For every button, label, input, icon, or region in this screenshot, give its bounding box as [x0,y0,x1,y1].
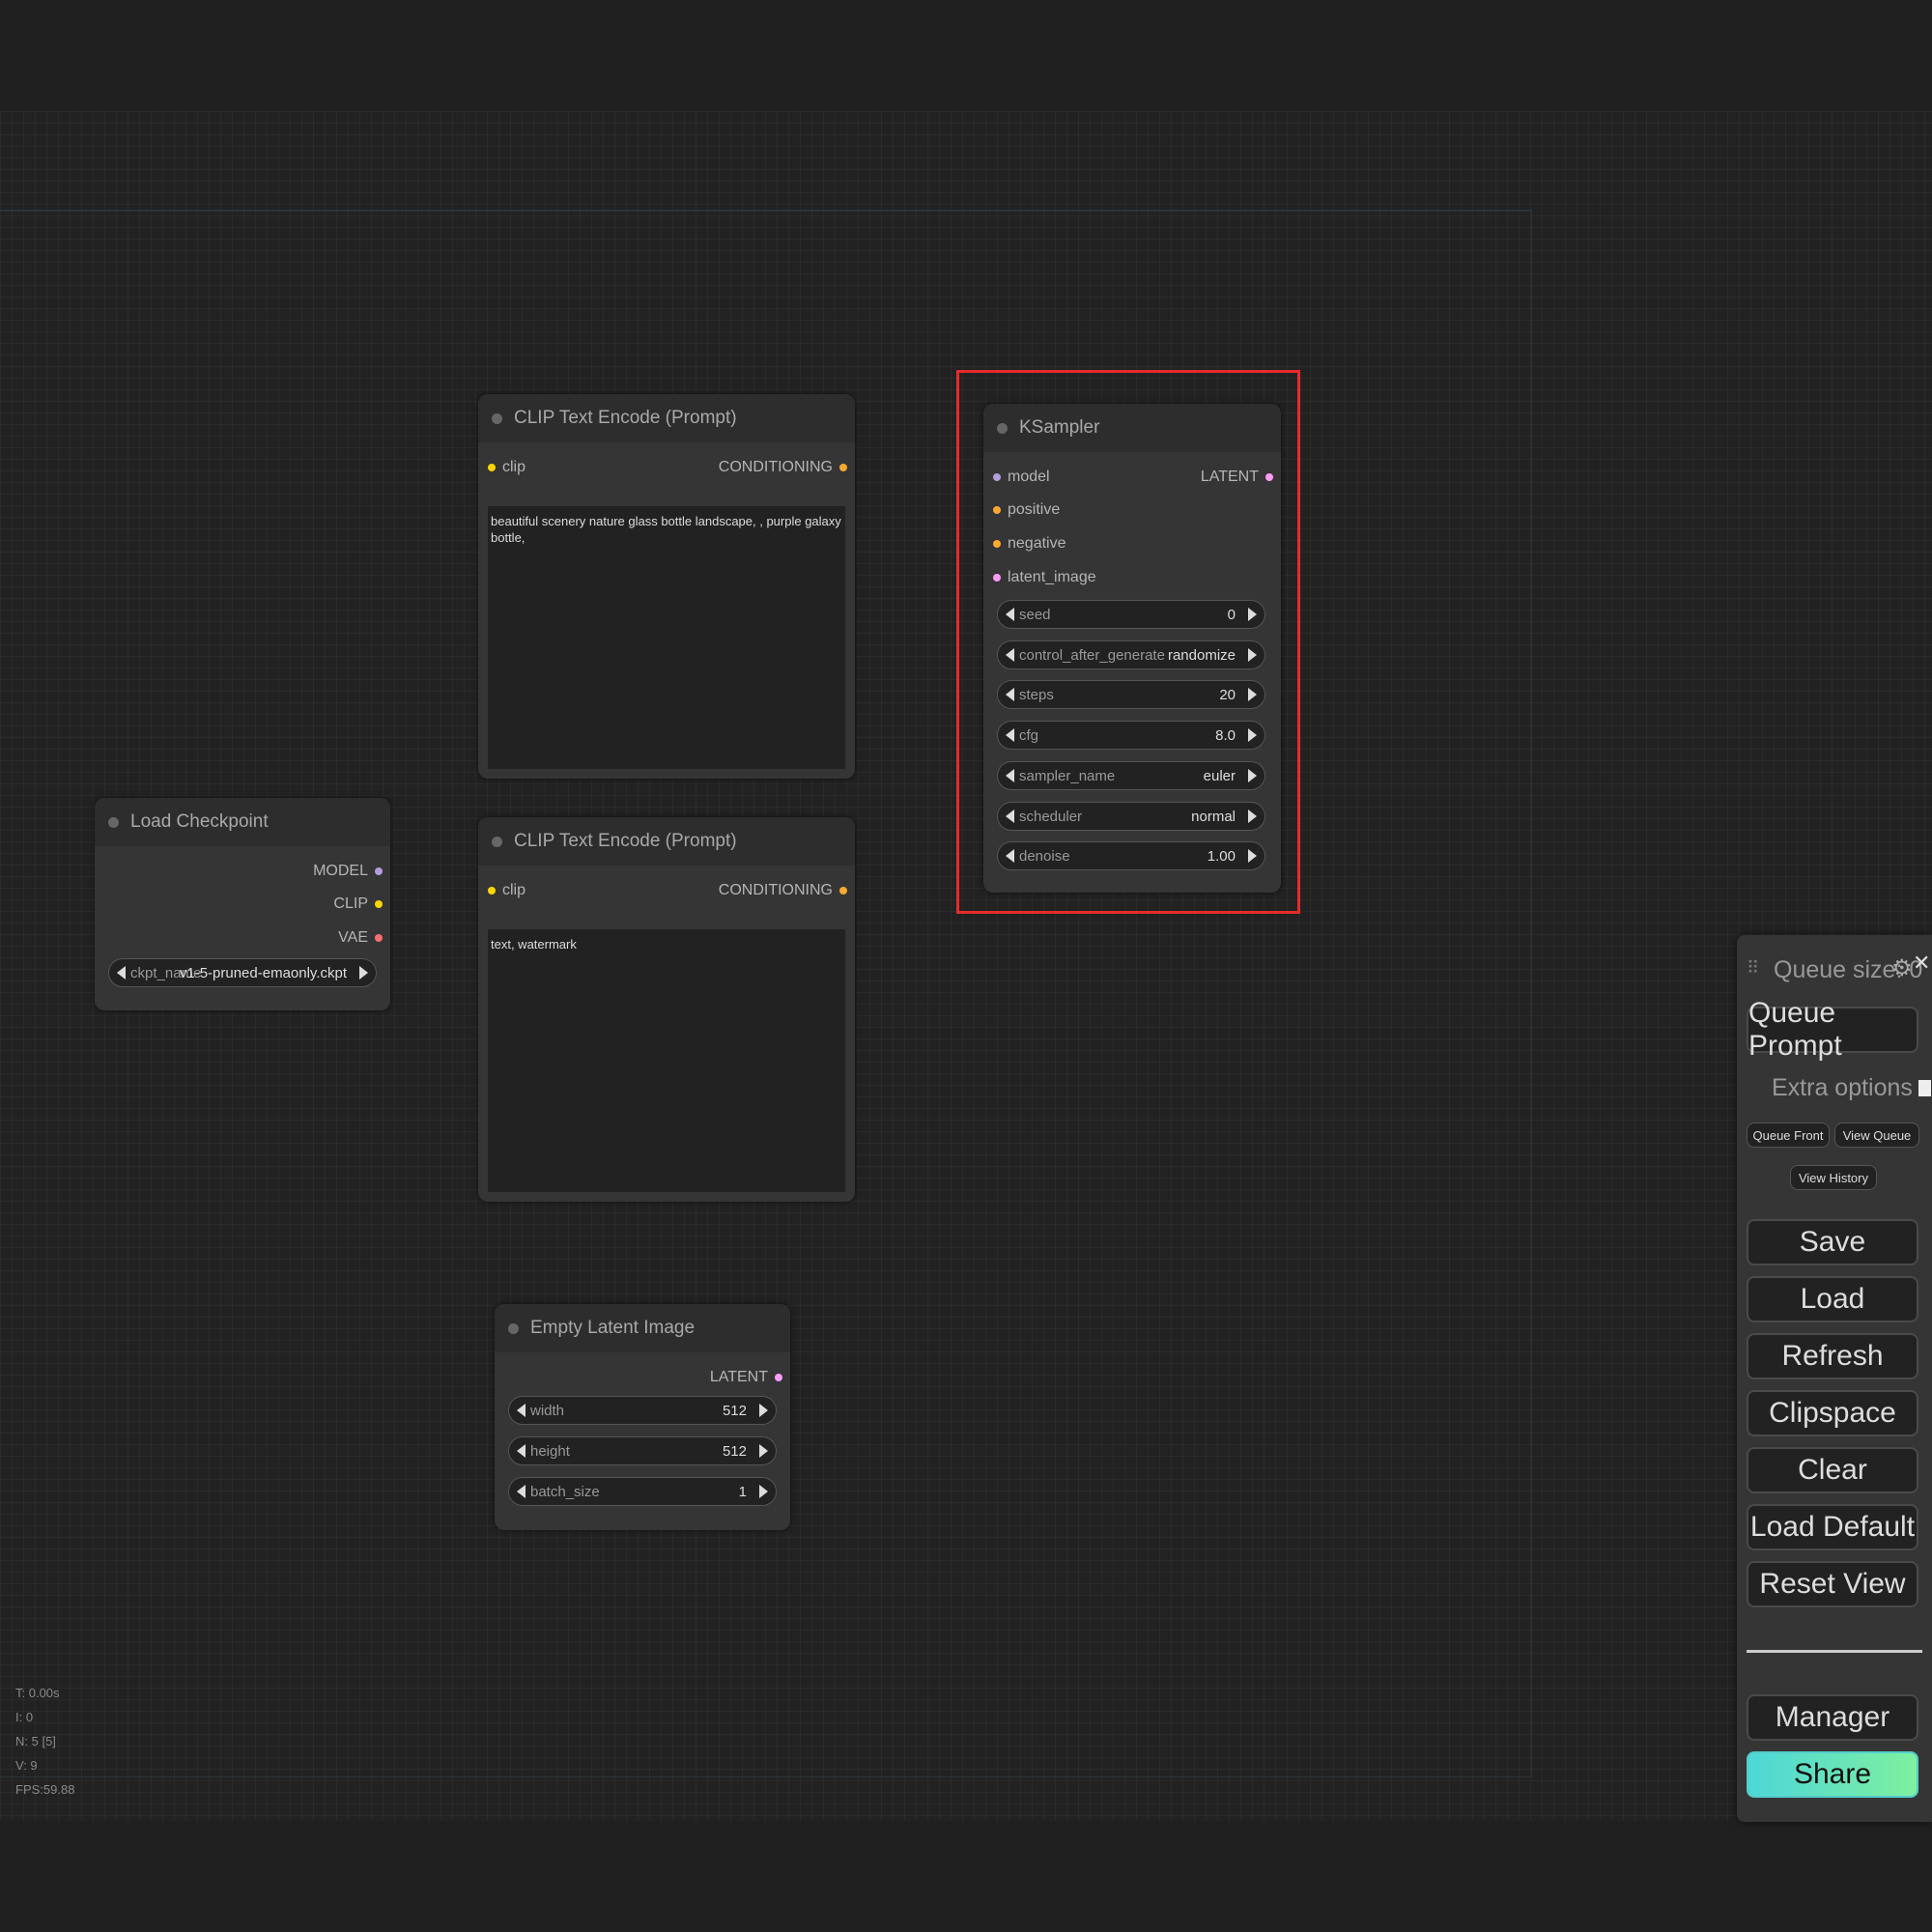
clipspace-button[interactable]: Clipspace [1747,1390,1918,1436]
node-title-bar[interactable]: CLIP Text Encode (Prompt) [478,394,855,442]
increment-arrow-icon[interactable] [759,1485,768,1498]
stat-v: V: 9 [15,1758,38,1773]
share-button[interactable]: Share [1747,1751,1918,1798]
slot-label: CONDITIONING [718,882,833,898]
widget-batch-size[interactable]: batch_size 1 [508,1477,777,1506]
output-slot-latent[interactable]: LATENT [710,1369,782,1386]
queue-prompt-button[interactable]: Queue Prompt [1747,997,1918,1062]
stat-fps: FPS:59.88 [15,1782,75,1797]
load-button[interactable]: Load [1747,1276,1918,1322]
stat-nodes: N: 5 [5] [15,1734,56,1748]
load-default-button[interactable]: Load Default [1747,1504,1918,1550]
increment-arrow-icon[interactable] [359,966,368,980]
decrement-arrow-icon[interactable] [517,1444,526,1458]
decrement-arrow-icon[interactable] [517,1485,526,1498]
increment-arrow-icon[interactable] [759,1444,768,1458]
reset-view-button[interactable]: Reset View [1747,1561,1918,1607]
widget-label: height [530,1442,570,1460]
output-slot-model[interactable]: MODEL [313,863,383,880]
clear-button[interactable]: Clear [1747,1447,1918,1493]
clip-slot-dot[interactable] [488,464,496,471]
node-title-bar[interactable]: Empty Latent Image [495,1304,790,1352]
widget-value: 512 [722,1402,747,1419]
node-title: CLIP Text Encode (Prompt) [514,408,737,428]
decrement-arrow-icon[interactable] [117,966,126,980]
drag-handle-icon[interactable]: ⠿ [1747,958,1759,979]
latent-slot-dot[interactable] [775,1374,782,1381]
render-stats: T: 0.00s I: 0 N: 5 [5] V: 9 FPS:59.88 [15,1681,74,1802]
widget-label: width [530,1402,565,1419]
load-checkpoint-node[interactable]: Load Checkpoint MODEL CLIP VAE ckpt_name… [95,798,390,1010]
widget-value: 512 [722,1442,747,1460]
slot-label: LATENT [709,1369,768,1385]
manager-button[interactable]: Manager [1747,1694,1918,1741]
node-title: Empty Latent Image [530,1318,696,1338]
stat-time: T: 0.00s [15,1686,60,1700]
output-slot-clip[interactable]: CLIP [333,895,383,913]
save-button[interactable]: Save [1747,1219,1918,1265]
widget-height[interactable]: height 512 [508,1436,777,1465]
widget-ckpt-name[interactable]: ckpt_name v1-5-pruned-emaonly.ckpt [108,958,377,987]
gear-icon[interactable]: ⚙ [1891,954,1913,982]
collapse-dot[interactable] [508,1322,519,1334]
slot-label: clip [502,882,526,898]
selection-highlight-box [956,370,1300,914]
close-icon[interactable]: ✕ [1913,951,1930,976]
widget-value: v1-5-pruned-emaonly.ckpt [179,964,347,981]
widget-value: 1 [738,1483,747,1500]
slot-label: CLIP [333,895,368,912]
queue-menu-panel: ⠿ Queue size: 0 ⚙ ✕ Queue Prompt Extra o… [1737,935,1932,1822]
extra-options-toggle[interactable]: Extra options [1772,1074,1931,1102]
prompt-textarea[interactable]: text, watermark [488,929,845,1192]
stat-i: I: 0 [15,1710,34,1724]
view-queue-button[interactable]: View Queue [1834,1122,1919,1148]
slot-label: CONDITIONING [718,459,833,475]
decrement-arrow-icon[interactable] [517,1404,526,1417]
collapse-dot[interactable] [492,412,502,424]
queue-front-button[interactable]: Queue Front [1747,1122,1830,1148]
input-slot-clip[interactable]: clip [488,459,526,476]
widget-label: batch_size [530,1483,600,1500]
view-history-button[interactable]: View History [1790,1165,1877,1190]
clip-text-encode-positive-node[interactable]: CLIP Text Encode (Prompt) clip CONDITION… [478,394,855,779]
increment-arrow-icon[interactable] [759,1404,768,1417]
extra-options-checkbox[interactable] [1918,1080,1931,1096]
refresh-button[interactable]: Refresh [1747,1333,1918,1379]
conditioning-slot-dot[interactable] [839,887,847,895]
clip-slot-dot[interactable] [488,887,496,895]
slot-label: VAE [338,929,368,946]
empty-latent-image-node[interactable]: Empty Latent Image LATENT width 512 heig… [495,1304,790,1530]
extra-options-label: Extra options [1772,1074,1913,1101]
node-title: Load Checkpoint [130,811,269,832]
node-title-bar[interactable]: CLIP Text Encode (Prompt) [478,817,855,866]
menu-divider [1747,1650,1922,1653]
output-slot-conditioning[interactable]: CONDITIONING [719,882,847,899]
output-slot-vae[interactable]: VAE [338,929,383,947]
widget-width[interactable]: width 512 [508,1396,777,1425]
collapse-dot[interactable] [492,836,502,847]
vae-slot-dot[interactable] [375,934,383,942]
prompt-textarea[interactable]: beautiful scenery nature glass bottle la… [488,506,845,769]
clip-text-encode-negative-node[interactable]: CLIP Text Encode (Prompt) clip CONDITION… [478,817,855,1202]
conditioning-slot-dot[interactable] [839,464,847,471]
input-slot-clip[interactable]: clip [488,882,526,899]
slot-label: clip [502,459,526,475]
node-title-bar[interactable]: Load Checkpoint [95,798,390,846]
node-title: CLIP Text Encode (Prompt) [514,831,737,851]
slot-label: MODEL [313,863,368,879]
clip-slot-dot[interactable] [375,900,383,908]
collapse-dot[interactable] [108,816,119,828]
output-slot-conditioning[interactable]: CONDITIONING [719,459,847,476]
model-slot-dot[interactable] [375,867,383,875]
